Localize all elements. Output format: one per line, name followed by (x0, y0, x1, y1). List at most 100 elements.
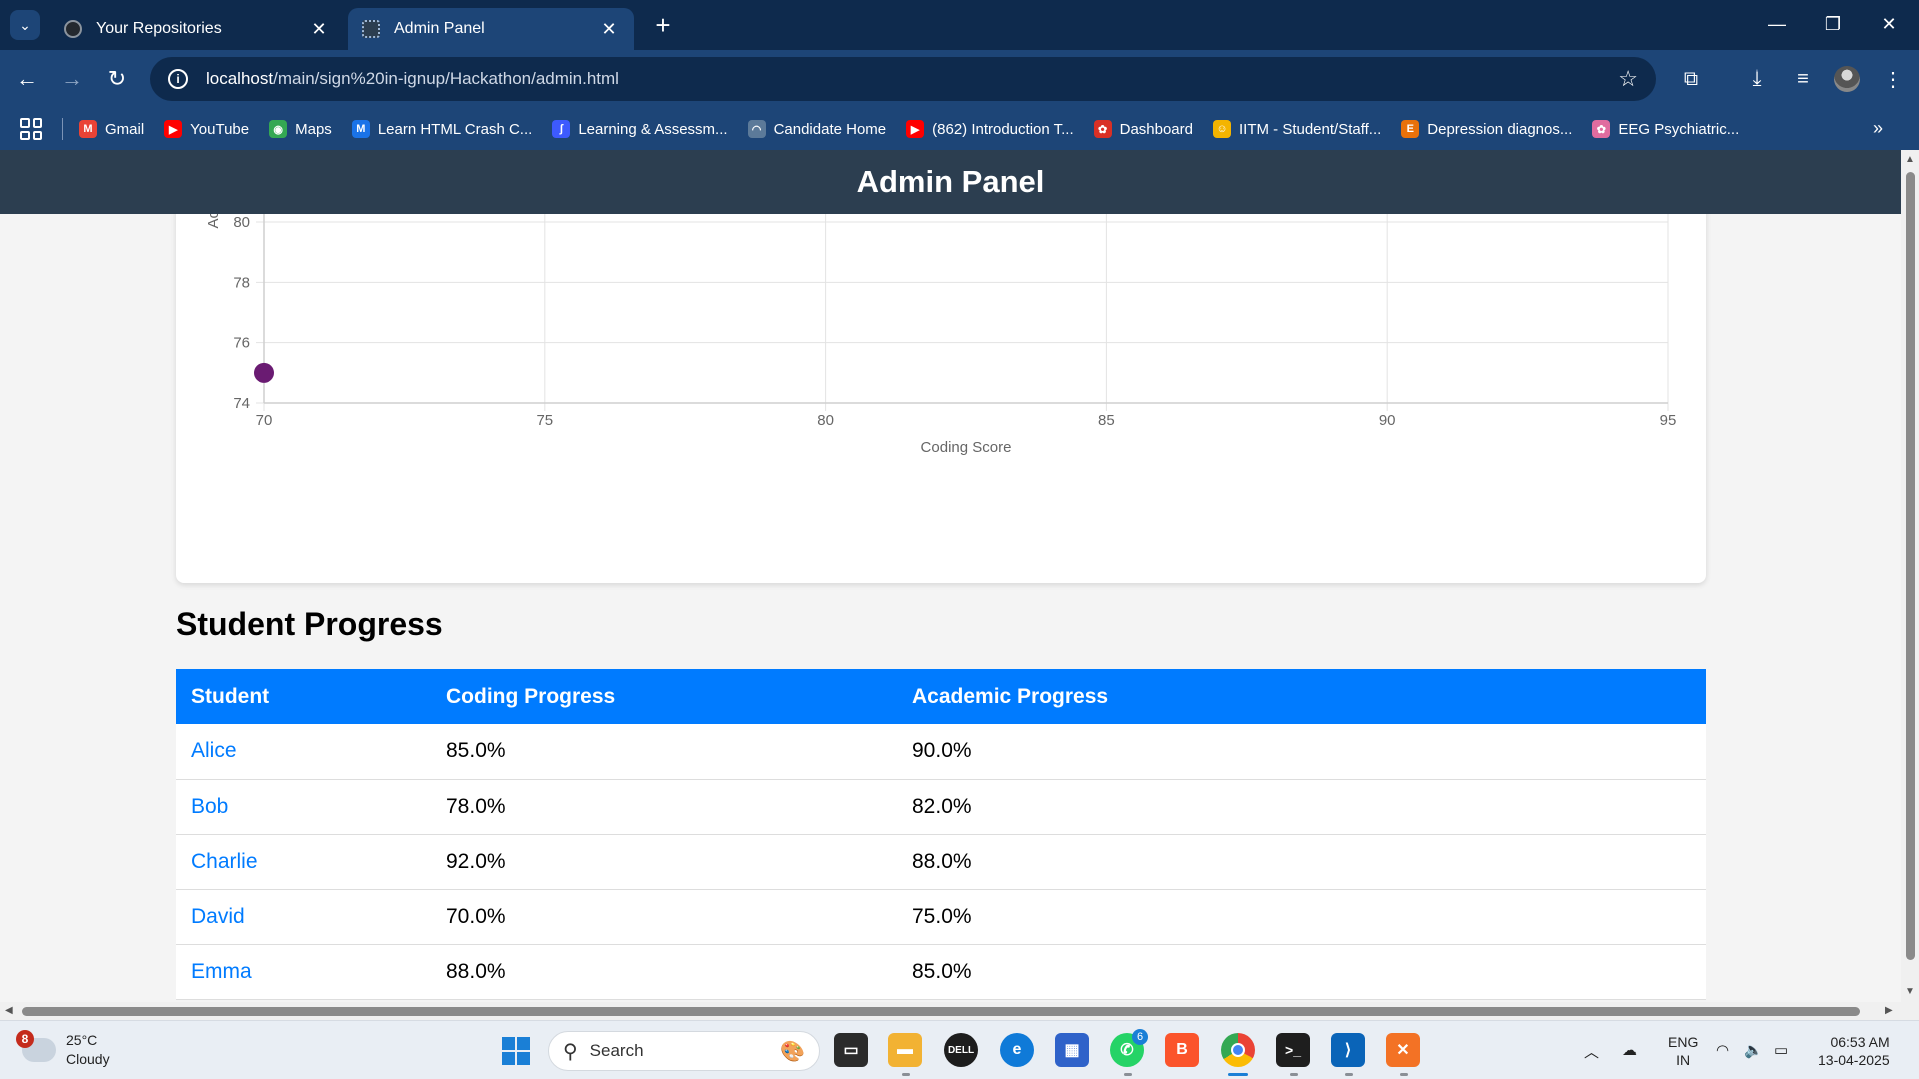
student-name-link[interactable]: David (176, 889, 431, 945)
academic-progress-cell: 85.0% (897, 944, 1706, 1000)
table-header-row: Student Coding Progress Academic Progres… (176, 669, 1706, 724)
bookmark-item[interactable]: ʃ Learning & Assessm... (552, 120, 728, 138)
weather-widget[interactable]: 8 25°C Cloudy (16, 1030, 110, 1069)
y-tick-label: 74 (233, 395, 250, 412)
scroll-left-arrow-icon[interactable]: ◀ (5, 1005, 13, 1016)
horizontal-scroll-thumb[interactable] (22, 1007, 1860, 1016)
student-progress-table: Student Coding Progress Academic Progres… (176, 669, 1706, 1000)
academic-progress-cell: 88.0% (897, 834, 1706, 890)
bookmark-item[interactable]: E Depression diagnos... (1401, 120, 1572, 138)
bookmark-label: (862) Introduction T... (932, 120, 1074, 138)
vertical-scroll-thumb[interactable] (1906, 172, 1915, 960)
scroll-down-arrow-icon[interactable]: ▼ (1905, 986, 1915, 997)
academic-progress-cell: 75.0% (897, 889, 1706, 945)
media-control-icon[interactable]: ≡ (1788, 64, 1818, 94)
xampp-icon[interactable]: ✕ (1386, 1033, 1420, 1067)
store-icon[interactable]: ▦ (1055, 1033, 1089, 1067)
whatsapp-badge: 6 (1132, 1029, 1148, 1045)
chevron-down-icon: ⌄ (19, 16, 31, 33)
back-button[interactable]: ← (12, 64, 42, 94)
scroll-right-arrow-icon[interactable]: ▶ (1885, 1005, 1893, 1016)
student-name-link[interactable]: Alice (176, 724, 431, 780)
windows-start-icon[interactable] (502, 1037, 530, 1065)
chevron-up-icon[interactable]: ︿ (1584, 1041, 1599, 1062)
forward-button[interactable]: → (57, 64, 87, 94)
search-highlight-icon: 🎨 (780, 1040, 805, 1063)
edge-icon[interactable]: e (1000, 1033, 1034, 1067)
tab-admin-panel[interactable]: Admin Panel ✕ (348, 8, 634, 50)
terminal-icon[interactable]: >_ (1276, 1033, 1310, 1067)
bookmark-item[interactable]: ✿ Dashboard (1093, 120, 1193, 138)
task-view-icon[interactable]: ▭ (834, 1033, 868, 1067)
table-row: David 70.0% 75.0% (176, 889, 1706, 945)
battery-icon[interactable]: ▭ (1774, 1041, 1788, 1059)
region-code: IN (1676, 1052, 1691, 1068)
bookmark-label: Learn HTML Crash C... (377, 120, 533, 138)
chrome-icon[interactable] (1221, 1033, 1255, 1067)
vscode-icon[interactable]: ⟩ (1331, 1033, 1365, 1067)
bookmark-item[interactable]: ☺ IITM - Student/Staff... (1213, 120, 1381, 138)
info-icon[interactable]: i (168, 69, 188, 89)
dashboard-icon: ✿ (1093, 120, 1112, 138)
new-tab-button[interactable]: + (648, 10, 678, 40)
bookmark-label: Depression diagnos... (1427, 120, 1573, 138)
more-bookmarks-icon[interactable]: » (1873, 118, 1883, 139)
close-icon[interactable]: ✕ (598, 19, 620, 40)
academic-progress-cell: 90.0% (897, 724, 1706, 780)
file-explorer-icon[interactable]: ▬ (888, 1033, 922, 1067)
download-icon[interactable]: ⤓ (1742, 64, 1772, 94)
url-text[interactable]: localhost/main/sign%20in-ignup/Hackathon… (206, 69, 1618, 89)
page-title: Admin Panel (856, 164, 1045, 199)
bookmark-label: Candidate Home (773, 120, 887, 138)
reload-button[interactable]: ↻ (102, 64, 132, 94)
bookmark-item[interactable]: ◠ Candidate Home (747, 120, 887, 138)
github-icon (64, 20, 82, 38)
bookmark-separator (62, 118, 63, 140)
bookmark-item[interactable]: ✿ EEG Psychiatric... (1592, 120, 1739, 138)
bookmark-item[interactable]: ▶ (862) Introduction T... (906, 120, 1074, 138)
student-name-link[interactable]: Bob (176, 779, 431, 835)
wifi-icon[interactable]: ◠ (1716, 1041, 1729, 1059)
candidate-icon: ◠ (747, 120, 766, 138)
volume-icon[interactable]: 🔈 (1744, 1041, 1763, 1059)
minimize-button[interactable]: — (1752, 6, 1802, 42)
coding-progress-cell: 78.0% (431, 779, 897, 835)
running-indicator (1290, 1073, 1298, 1076)
scroll-up-arrow-icon[interactable]: ▲ (1905, 154, 1915, 165)
bookmark-item[interactable]: M Gmail (79, 120, 144, 138)
student-name-link[interactable]: Emma (176, 944, 431, 1000)
extensions-icon[interactable]: ⧉ (1676, 64, 1706, 94)
language-code: ENG (1668, 1034, 1699, 1050)
bookmark-item[interactable]: ◉ Maps (269, 120, 332, 138)
close-window-button[interactable]: ✕ (1864, 6, 1914, 42)
brave-icon[interactable]: B (1165, 1033, 1199, 1067)
vertical-scrollbar[interactable]: ▲ ▼ (1901, 150, 1919, 1002)
youtube-icon: ▶ (164, 120, 183, 138)
horizontal-scrollbar[interactable]: ◀ ▶ (0, 1002, 1919, 1020)
bookmark-label: Dashboard (1119, 120, 1193, 138)
profile-avatar[interactable] (1834, 66, 1860, 92)
bookmark-item[interactable]: ▶ YouTube (164, 120, 249, 138)
taskbar-search[interactable]: ⚲ Search 🎨 (548, 1031, 820, 1071)
address-bar[interactable]: i localhost/main/sign%20in-ignup/Hackath… (150, 57, 1656, 101)
system-clock[interactable]: 06:53 AM 13-04-2025 (1818, 1033, 1890, 1069)
apps-grid-icon[interactable] (20, 118, 42, 140)
dell-icon[interactable]: DELL (944, 1033, 978, 1067)
weather-temp: 25°C (66, 1032, 98, 1048)
e-icon: E (1401, 120, 1420, 138)
coding-progress-cell: 85.0% (431, 724, 897, 780)
menu-dots-icon[interactable]: ⋮ (1878, 64, 1908, 94)
onedrive-offline-icon[interactable]: ☁ (1622, 1041, 1637, 1059)
student-name-link[interactable]: Charlie (176, 834, 431, 890)
bookmark-star-icon[interactable]: ☆ (1618, 66, 1638, 92)
cloud-icon: 8 (16, 1030, 56, 1062)
bookmark-item[interactable]: M Learn HTML Crash C... (351, 120, 533, 138)
restore-button[interactable]: ❐ (1808, 6, 1858, 42)
y-tick-label: 78 (233, 274, 250, 291)
brain-icon: ✿ (1592, 120, 1611, 138)
student-progress-title: Student Progress (176, 606, 443, 642)
close-icon[interactable]: ✕ (308, 19, 330, 40)
tab-search-button[interactable]: ⌄ (10, 10, 40, 40)
tab-your-repositories[interactable]: Your Repositories ✕ (50, 8, 344, 50)
language-indicator[interactable]: ENG IN (1668, 1033, 1698, 1069)
